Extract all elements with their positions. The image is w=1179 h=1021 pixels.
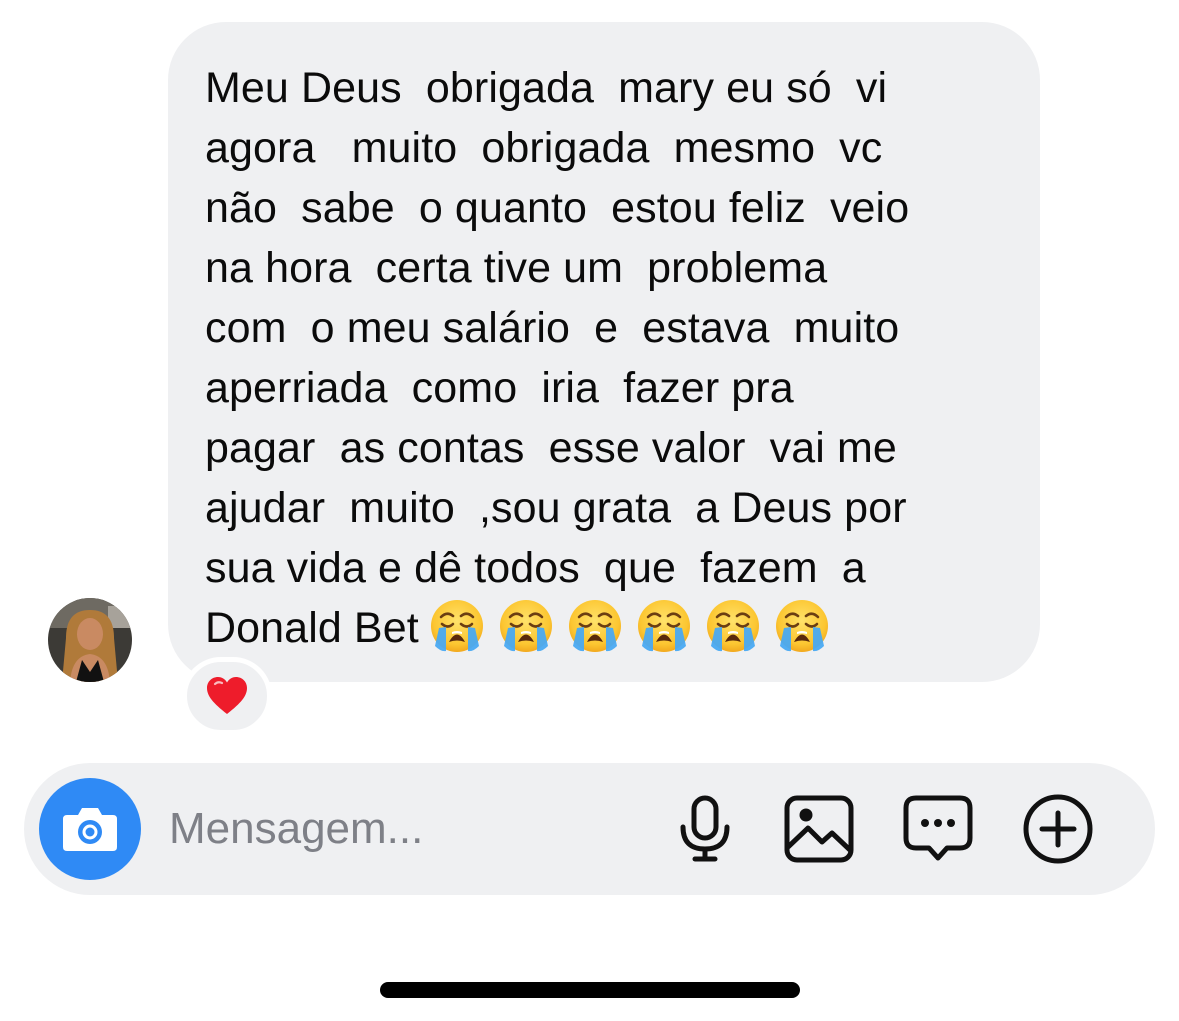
message-last-line: Donald Bet [205,598,1010,659]
message-line: agora muito obrigada mesmo vc [205,124,883,172]
emoji-group [429,598,830,654]
red-heart-icon [207,677,247,714]
message-line: com o meu salário e estava muito [205,304,900,352]
add-icon [1023,794,1093,864]
message-composer [24,763,1155,895]
home-indicator[interactable] [380,982,800,998]
microphone-button[interactable] [669,793,741,865]
chat-screen: Meu Deus obrigada mary eu só vi agora mu… [0,0,1179,1021]
message-input[interactable] [169,799,639,859]
message-line: Meu Deus obrigada mary eu só vi [205,64,888,112]
loudly-crying-face-icon [705,598,761,654]
loudly-crying-face-icon [636,598,692,654]
message-line: Donald Bet [205,604,419,652]
loudly-crying-face-icon [429,598,485,654]
camera-icon [63,808,117,851]
received-message-bubble[interactable]: Meu Deus obrigada mary eu só vi agora mu… [168,22,1040,682]
message-line: ajudar muito ,sou grata a Deus por [205,484,907,532]
loudly-crying-face-icon [567,598,623,654]
sender-avatar[interactable] [48,598,132,682]
add-button[interactable] [1022,793,1094,865]
gallery-button[interactable] [783,793,855,865]
message-line: sua vida e dê todos que fazem a [205,544,866,592]
loudly-crying-face-icon [498,598,554,654]
camera-button[interactable] [39,778,141,880]
loudly-crying-face-icon [774,598,830,654]
chat-options-button[interactable] [902,793,974,865]
gallery-icon [784,795,854,863]
microphone-icon [680,795,730,862]
message-line: na hora certa tive um problema [205,244,828,292]
profile-photo-icon [48,598,132,682]
reaction-badge[interactable] [182,657,272,735]
message-line: pagar as contas esse valor vai me [205,424,897,472]
chat-options-icon [903,795,973,861]
message-line: não sabe o quanto estou feliz veio [205,184,910,232]
message-line: aperriada como iria fazer pra [205,364,794,412]
